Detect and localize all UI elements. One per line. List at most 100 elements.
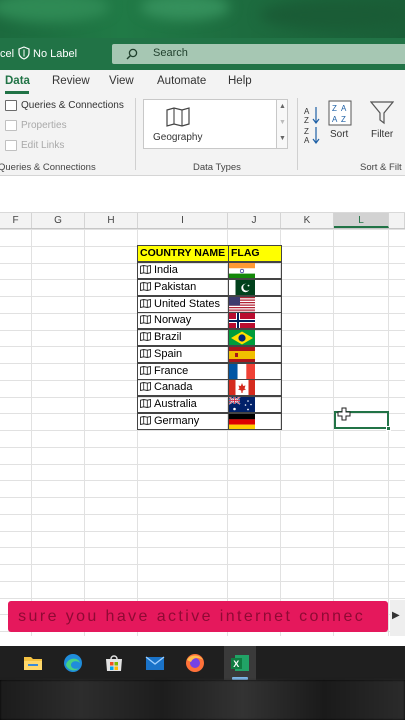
sensitivity-shield-icon[interactable]	[18, 46, 30, 60]
column-header-h[interactable]: H	[85, 213, 138, 228]
app-name-fragment: cel	[0, 48, 15, 60]
filter-icon[interactable]	[370, 100, 394, 126]
grid-row-line	[0, 497, 405, 498]
column-header-f[interactable]: F	[0, 213, 32, 228]
flag-cell[interactable]	[228, 345, 282, 363]
country-name: Australia	[154, 398, 197, 410]
country-cell[interactable]: Spain	[137, 345, 229, 363]
grid-row-line	[0, 531, 405, 532]
firefox-icon[interactable]	[184, 652, 206, 674]
sort-dialog-icon[interactable]: Z A A Z	[328, 100, 352, 126]
more-icon: ▼	[279, 135, 286, 142]
country-cell[interactable]: United States	[137, 295, 229, 313]
column-header-g[interactable]: G	[32, 213, 85, 228]
geography-icon[interactable]	[140, 298, 151, 308]
group-label-queries: Queries & Connections	[0, 162, 96, 173]
search-box[interactable]: Search	[112, 44, 405, 64]
column-header-l[interactable]: L	[334, 213, 389, 228]
group-label-data-types: Data Types	[193, 162, 241, 173]
flag-cell[interactable]	[228, 312, 282, 330]
country-cell[interactable]: Australia	[137, 396, 229, 413]
filter-button-label[interactable]: Filter	[371, 129, 393, 140]
sort-button-label[interactable]: Sort	[330, 129, 348, 140]
edit-links-button[interactable]: Edit Links	[5, 140, 64, 151]
queries-connections-icon	[5, 100, 17, 111]
geography-data-type[interactable]: Geography	[143, 99, 277, 149]
file-explorer-icon[interactable]	[22, 652, 44, 674]
tab-help[interactable]: Help	[228, 75, 252, 87]
sheet-scroll-area[interactable]: ▶	[390, 600, 405, 636]
group-separator	[135, 98, 136, 170]
tab-view[interactable]: View	[109, 75, 134, 87]
geography-icon[interactable]	[140, 281, 151, 291]
column-header-j[interactable]: J	[228, 213, 281, 228]
country-cell[interactable]: Germany	[137, 412, 229, 430]
geography-icon[interactable]	[140, 315, 151, 325]
column-header-m[interactable]	[389, 213, 405, 228]
worksheet-grid[interactable]: COUNTRY NAME FLAG India Pakistan United St…	[0, 229, 405, 640]
country-cell[interactable]: France	[137, 362, 229, 380]
chevron-up-icon: ▲	[279, 103, 286, 110]
store-icon[interactable]	[103, 652, 125, 674]
flag-cell[interactable]	[228, 362, 282, 380]
flag-cell[interactable]	[228, 379, 282, 397]
formula-bar-area	[0, 176, 405, 212]
svg-text:A: A	[304, 136, 310, 144]
flag-cell[interactable]	[228, 396, 282, 413]
data-types-gallery-scroll[interactable]: ▲ ▼ ▼	[276, 99, 288, 149]
grid-row-line	[0, 514, 405, 515]
brazil-flag-icon	[229, 330, 255, 345]
geography-icon[interactable]	[140, 265, 151, 274]
header-country-name[interactable]: COUNTRY NAME	[137, 245, 229, 262]
ribbon: Queries & Connections Properties Edit Li…	[0, 94, 405, 176]
scroll-right-icon[interactable]: ▶	[392, 610, 400, 621]
country-cell[interactable]: Canada	[137, 379, 229, 397]
flag-cell[interactable]	[228, 262, 282, 279]
tab-automate[interactable]: Automate	[157, 75, 206, 87]
country-name: United States	[154, 297, 221, 310]
properties-button[interactable]: Properties	[5, 120, 67, 131]
geography-icon[interactable]	[140, 332, 151, 341]
country-cell[interactable]: India	[137, 262, 229, 279]
svg-text:Z: Z	[332, 104, 337, 113]
geography-icon[interactable]	[140, 399, 151, 408]
geography-icon[interactable]	[140, 382, 151, 392]
cell-cursor-icon	[337, 407, 351, 421]
grid-row-line	[0, 480, 405, 481]
queries-connections-button[interactable]: Queries & Connections	[5, 100, 124, 111]
svg-text:A: A	[332, 115, 338, 124]
geography-icon[interactable]	[140, 365, 151, 375]
fill-handle[interactable]	[386, 426, 391, 431]
column-header-i[interactable]: I	[138, 213, 228, 228]
flag-cell[interactable]	[228, 278, 282, 296]
country-name: Canada	[154, 381, 193, 394]
geography-icon[interactable]	[140, 415, 151, 425]
geography-icon[interactable]	[140, 348, 151, 358]
column-header-k[interactable]: K	[281, 213, 334, 228]
usa-flag-icon	[229, 296, 255, 312]
map-icon	[166, 107, 190, 127]
sensitivity-label[interactable]: No Label	[33, 48, 77, 60]
canada-flag-icon	[229, 380, 255, 396]
country-cell[interactable]: Brazil	[137, 329, 229, 346]
geography-label: Geography	[153, 132, 203, 143]
tab-data[interactable]: Data	[5, 75, 30, 87]
sort-ascending-icon[interactable]: A Z Z A	[304, 104, 320, 144]
header-flag[interactable]: FLAG	[228, 245, 282, 262]
flag-cell[interactable]	[228, 412, 282, 430]
chevron-down-icon: ▼	[279, 119, 286, 126]
country-cell[interactable]: Pakistan	[137, 278, 229, 296]
flag-cell[interactable]	[228, 329, 282, 346]
india-flag-icon	[229, 263, 255, 278]
grid-row-line	[0, 598, 405, 599]
search-placeholder: Search	[153, 47, 188, 59]
tab-review[interactable]: Review	[52, 75, 90, 87]
mail-icon[interactable]	[144, 652, 166, 674]
country-name: India	[154, 264, 178, 276]
excel-icon[interactable]: X	[229, 652, 251, 674]
edit-links-label: Edit Links	[21, 140, 65, 151]
edge-icon[interactable]	[62, 652, 84, 674]
status-bar	[0, 636, 405, 646]
country-cell[interactable]: Norway	[137, 312, 229, 330]
flag-cell[interactable]	[228, 295, 282, 313]
